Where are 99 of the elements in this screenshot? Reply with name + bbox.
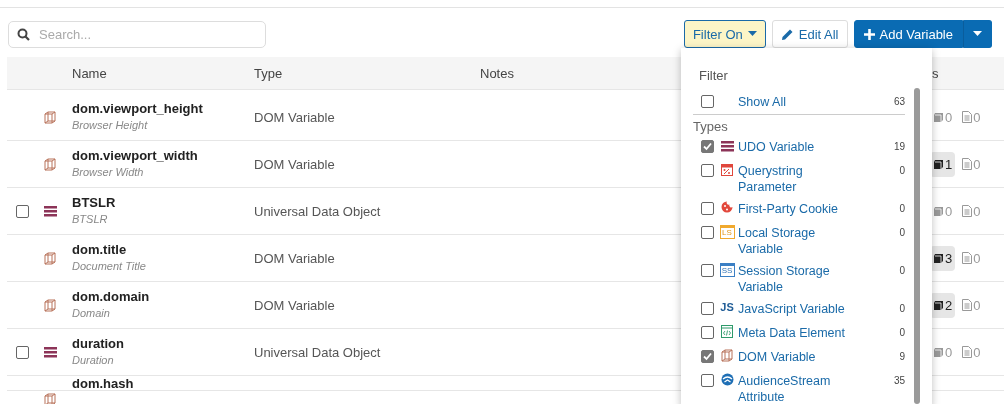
variable-description: Browser Height (72, 119, 148, 131)
caret-icon (973, 31, 982, 37)
checkbox[interactable] (701, 95, 714, 108)
menu-title: Filter (699, 68, 729, 83)
variable-description: Document Title (72, 260, 146, 272)
storage-icon: SS (719, 263, 735, 277)
document-icon (962, 158, 973, 170)
option-count: 0 (899, 326, 905, 338)
cube-icon (44, 251, 56, 265)
variable-name[interactable]: BTSLR (72, 195, 116, 210)
section-heading: Types (693, 119, 729, 134)
column-header[interactable]: Notes (480, 65, 514, 81)
column-header[interactable]: Type (254, 65, 283, 81)
document-icon (962, 299, 973, 311)
tag-icon (933, 299, 944, 311)
variable-type: DOM Variable (254, 297, 335, 313)
cube-icon (44, 157, 56, 171)
tag-icon (933, 346, 944, 358)
search-field[interactable]: Search... (8, 20, 266, 48)
checkbox[interactable] (701, 140, 714, 153)
tag-count[interactable]: 2 (930, 292, 956, 318)
variable-type: DOM Variable (254, 250, 335, 266)
option-count: 63 (893, 95, 905, 107)
cube-icon (721, 349, 733, 362)
tag-count[interactable]: 1 (930, 151, 956, 177)
checkbox[interactable] (701, 302, 714, 315)
filter-option[interactable]: AudienceStream Attribute (738, 371, 860, 404)
row-checkbox[interactable] (16, 204, 29, 218)
filter-option[interactable]: Local Storage Variable (738, 223, 860, 257)
tag-icon (933, 252, 944, 264)
dropdown-toggle[interactable] (963, 20, 992, 48)
globe-icon (720, 373, 734, 386)
scrollbar[interactable] (914, 88, 920, 404)
variable-name[interactable]: dom.title (72, 242, 127, 257)
variable-type: Universal Data Object (254, 344, 381, 360)
column-header[interactable]: s (932, 65, 939, 81)
filter-option[interactable]: UDO Variable (738, 139, 860, 155)
option-count: 9 (899, 350, 905, 362)
edit-all-button[interactable]: Edit All (771, 20, 848, 48)
checkbox[interactable] (701, 202, 714, 215)
checkbox[interactable] (701, 326, 714, 339)
document-icon (962, 252, 973, 264)
variable-type: Universal Data Object (254, 203, 381, 219)
cube-icon (44, 298, 56, 312)
checkbox[interactable] (701, 374, 714, 387)
option-count: 0 (899, 302, 905, 314)
variable-type: DOM Variable (254, 109, 335, 125)
filter-option[interactable]: JavaScript Variable (738, 299, 860, 317)
option-count: 0 (899, 264, 905, 276)
pencil-icon (780, 27, 794, 41)
filter-option[interactable]: DOM Variable (738, 347, 860, 365)
calendar-icon (721, 163, 733, 176)
cube-icon (44, 392, 56, 404)
variable-description: Browser Width (72, 166, 144, 178)
variable-name[interactable]: dom.hash (72, 376, 134, 391)
variable-name[interactable]: duration (72, 336, 124, 351)
list-icon (720, 140, 734, 152)
variable-description: Domain (72, 307, 110, 319)
filter-button[interactable]: Filter On (683, 20, 766, 48)
add-variable-button[interactable]: Add Variable (853, 20, 963, 48)
filter-option[interactable]: First-Party Cookie (738, 199, 860, 217)
filter-option[interactable]: Session Storage Variable (738, 261, 860, 295)
option-count: 0 (899, 226, 905, 238)
filter-option[interactable]: Meta Data Element (738, 323, 860, 341)
option-count: 0 (899, 164, 905, 176)
tag-icon (933, 111, 944, 123)
variable-name[interactable]: dom.viewport_height (72, 101, 203, 116)
list-icon (44, 205, 57, 217)
variable-type: DOM Variable (254, 156, 335, 172)
checkbox[interactable] (701, 264, 714, 277)
variable-name[interactable]: dom.domain (72, 289, 150, 304)
list-icon (44, 346, 57, 358)
filter-option[interactable]: Show All (738, 94, 860, 110)
storage-icon: LS (719, 225, 735, 239)
filter-option[interactable]: Querystring Parameter (738, 161, 860, 195)
tag-icon (933, 205, 944, 217)
plus-icon (863, 28, 875, 40)
column-header[interactable]: Name (72, 65, 107, 81)
variable-description: BTSLR (72, 213, 108, 225)
js-icon: JS (720, 301, 734, 314)
document-icon (962, 111, 973, 123)
tag-count[interactable]: 3 (930, 245, 956, 271)
checkbox[interactable] (701, 226, 714, 239)
variable-description: Duration (72, 354, 114, 366)
variable-name[interactable]: dom.viewport_width (72, 148, 198, 163)
caret-icon (747, 31, 757, 37)
option-count: 0 (899, 202, 905, 214)
tag-icon (933, 158, 944, 170)
cookie-icon (721, 201, 733, 213)
code-icon (721, 325, 733, 338)
document-icon (962, 205, 973, 217)
checkbox[interactable] (701, 350, 714, 363)
cube-icon (44, 110, 56, 124)
checkbox[interactable] (701, 164, 714, 177)
search-icon (17, 27, 30, 41)
option-count: 35 (893, 374, 905, 386)
option-count: 19 (893, 140, 905, 152)
document-icon (962, 346, 973, 358)
row-checkbox[interactable] (16, 345, 29, 359)
